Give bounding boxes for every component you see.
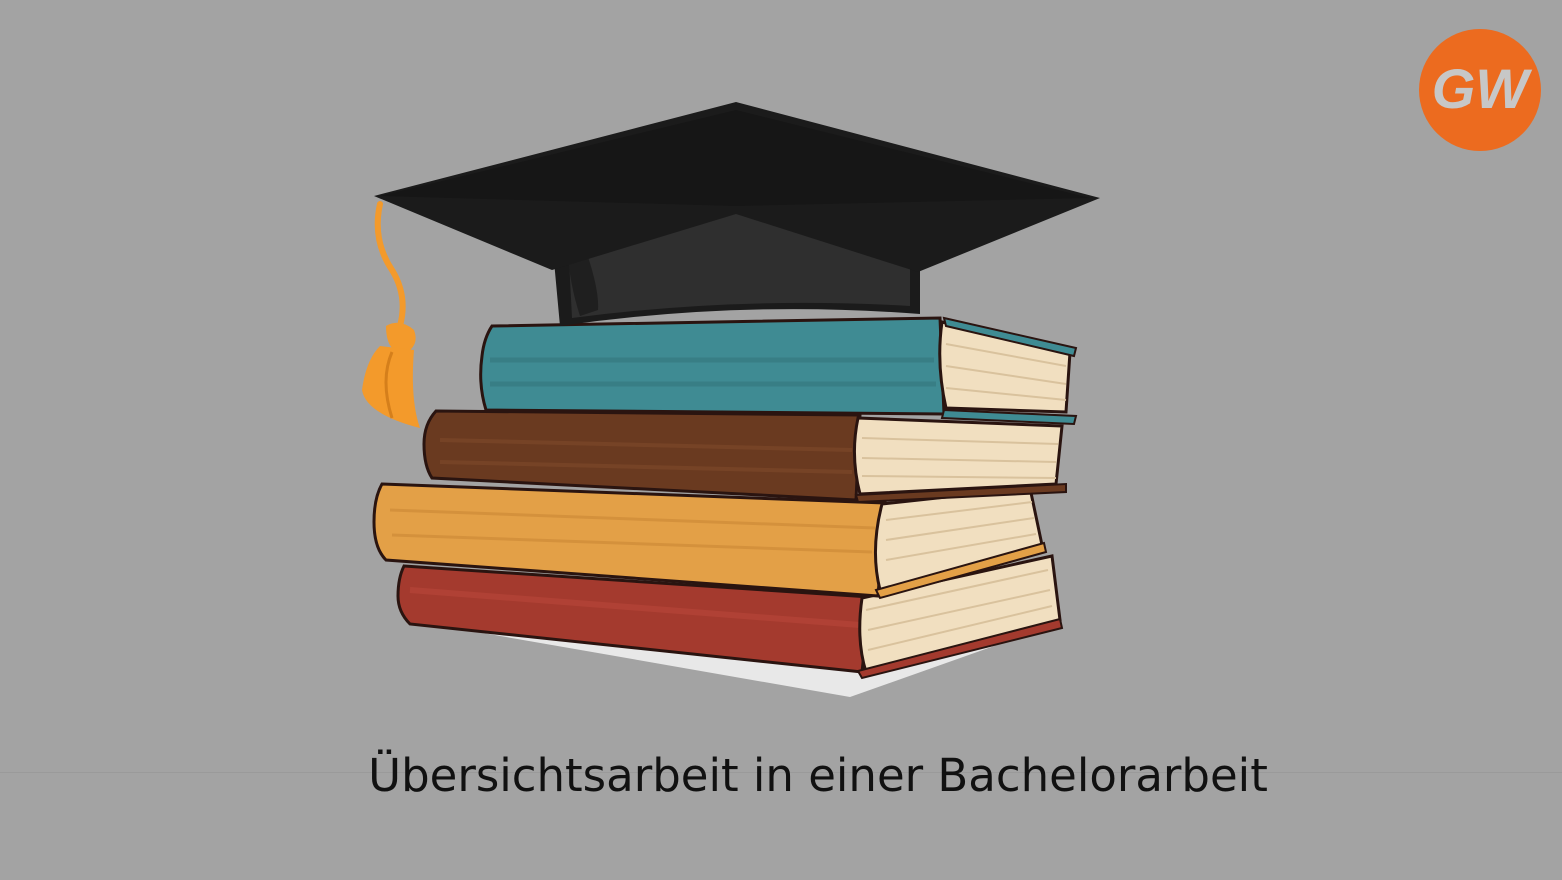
graduation-cap bbox=[374, 102, 1100, 326]
gw-logo: GW bbox=[1419, 29, 1541, 151]
top-book bbox=[479, 316, 1078, 426]
page-canvas: GW Übersichtsarbeit in einer Bachelorarb… bbox=[0, 0, 1562, 880]
tassel bbox=[362, 201, 420, 428]
page-title: Übersichtsarbeit in einer Bachelorarbeit bbox=[368, 749, 1268, 802]
gw-logo-text: GW bbox=[1432, 57, 1533, 120]
